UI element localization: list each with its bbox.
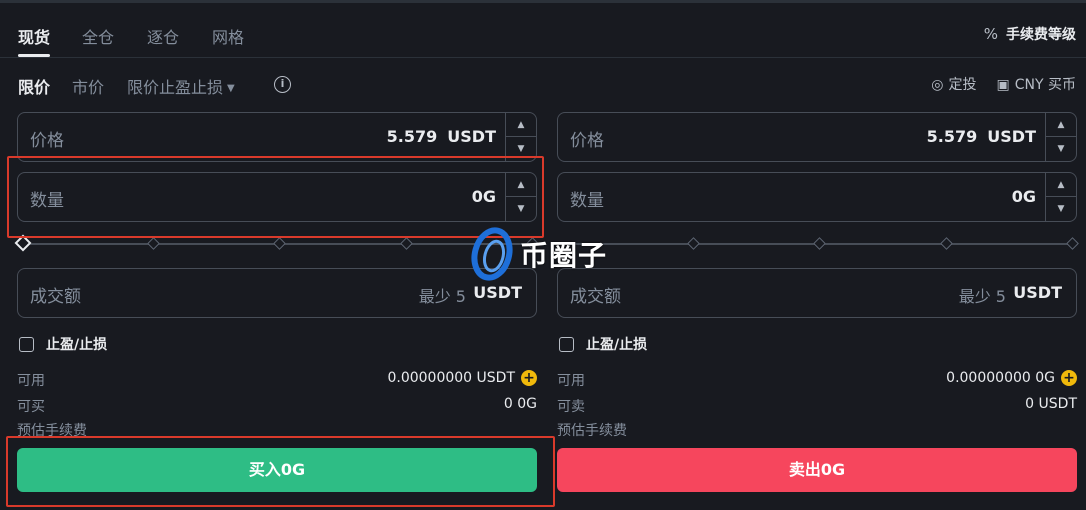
sell-available-label: 可用	[557, 373, 585, 389]
buy-price-label: 价格	[30, 131, 64, 151]
buy-available-value: 0.00000000 USDT +	[387, 370, 537, 386]
wallet-icon: ▣	[996, 77, 1010, 93]
increment-up-icon[interactable]: ▲	[506, 113, 536, 137]
sell-button[interactable]: 卖出0G	[557, 448, 1077, 492]
sell-total-label: 成交额	[570, 287, 621, 307]
decrement-down-icon[interactable]: ▼	[506, 137, 536, 161]
cny-buy-link[interactable]: ▣ CNY 买币	[997, 74, 1076, 94]
watermark-text: 币圈子	[520, 239, 608, 272]
decrement-down-icon[interactable]: ▼	[1046, 197, 1076, 221]
buy-quantity-label: 数量	[30, 191, 64, 211]
sell-quantity-input[interactable]: 数量 0G ▲ ▼	[557, 172, 1077, 222]
decrement-down-icon[interactable]: ▼	[506, 197, 536, 221]
sell-total-unit: USDT	[1013, 283, 1062, 302]
buy-total-min: 最少 5	[418, 287, 466, 306]
slider-mark-25[interactable]	[687, 237, 700, 250]
slider-mark-25[interactable]	[147, 237, 160, 250]
sell-tpsl-toggle[interactable]: 止盈/止损	[559, 334, 647, 354]
buy-quantity-input[interactable]: 数量 0G ▲ ▼	[17, 172, 537, 222]
plus-icon[interactable]: +	[521, 370, 537, 386]
decrement-down-icon[interactable]: ▼	[1046, 137, 1076, 161]
buy-tpsl-label: 止盈/止损	[46, 337, 108, 353]
sell-quantity-label: 数量	[570, 191, 604, 211]
buy-price-unit: USDT	[447, 127, 496, 146]
order-type-limit[interactable]: 限价	[18, 74, 50, 98]
caret-down-icon: ▼	[227, 83, 235, 94]
buy-total-input[interactable]: 成交额 最少 5 USDT	[17, 268, 537, 318]
sell-amount-slider[interactable]	[557, 236, 1079, 252]
active-tab-indicator	[18, 54, 50, 57]
top-divider	[0, 0, 1086, 3]
tab-spot[interactable]: 现货	[18, 24, 50, 48]
slider-mark-75[interactable]	[940, 237, 953, 250]
fee-level-label: 手续费等级	[1006, 27, 1076, 43]
sell-price-stepper: ▲ ▼	[1045, 113, 1076, 161]
buy-price-input[interactable]: 价格 5.579 USDT ▲ ▼	[17, 112, 537, 162]
tab-isolated-margin[interactable]: 逐仓	[147, 24, 179, 48]
buy-total-label: 成交额	[30, 287, 81, 307]
watermark-logo-icon	[471, 227, 513, 281]
increment-up-icon[interactable]: ▲	[506, 173, 536, 197]
slider-mark-50[interactable]	[813, 237, 826, 250]
fee-level-link[interactable]: % 手续费等级	[984, 24, 1076, 44]
buy-panel: 价格 5.579 USDT ▲ ▼ 数量 0G ▲ ▼ 成交额 最少 5 USDT…	[14, 112, 539, 502]
slider-mark-50[interactable]	[273, 237, 286, 250]
buy-price-number: 5.579	[386, 127, 438, 146]
buy-max-label: 可买	[17, 399, 45, 415]
auto-invest-link[interactable]: ◎ 定投	[931, 74, 976, 94]
percent-icon: %	[983, 25, 998, 43]
auto-invest-icon: ◎	[931, 77, 944, 93]
slider-mark-100[interactable]	[1066, 237, 1079, 250]
sell-price-value: 5.579 USDT	[927, 127, 1036, 146]
sell-price-input[interactable]: 价格 5.579 USDT ▲ ▼	[557, 112, 1077, 162]
buy-tpsl-toggle[interactable]: 止盈/止损	[19, 334, 107, 354]
cny-buy-label: CNY 买币	[1014, 77, 1076, 93]
sell-max-label: 可卖	[557, 399, 585, 415]
buy-available-amount: 0.00000000 USDT	[387, 370, 515, 386]
sell-total-min: 最少 5	[958, 287, 1006, 306]
trade-mode-tabs: 现货 全仓 逐仓 网格 % 手续费等级	[0, 14, 1086, 58]
buy-fee-label[interactable]: 预估手续费	[17, 420, 87, 440]
watermark: 币圈子	[468, 226, 607, 282]
tab-grid[interactable]: 网格	[212, 24, 244, 48]
sell-price-number: 5.579	[926, 127, 978, 146]
order-type-market[interactable]: 市价	[72, 74, 104, 98]
sell-fee-label[interactable]: 预估手续费	[557, 420, 627, 440]
sell-available-amount: 0.00000000 0G	[946, 370, 1055, 386]
buy-available-label: 可用	[17, 373, 45, 389]
buy-button[interactable]: 买入0G	[17, 448, 537, 492]
buy-amount-slider[interactable]	[14, 234, 539, 252]
sell-total-input[interactable]: 成交额 最少 5 USDT	[557, 268, 1077, 318]
plus-icon[interactable]: +	[1061, 370, 1077, 386]
slider-mark-75[interactable]	[400, 237, 413, 250]
sell-price-unit: USDT	[987, 127, 1036, 146]
buy-price-value: 5.579 USDT	[387, 127, 496, 146]
slider-handle[interactable]	[14, 234, 32, 252]
order-type-links: ◎ 定投 ▣ CNY 买币	[931, 74, 1076, 94]
order-type-stop-limit[interactable]: 限价止盈止损 ▼	[127, 74, 235, 98]
order-type-row: 限价 市价 限价止盈止损 ▼ i ◎ 定投 ▣ CNY 买币	[0, 70, 1086, 100]
buy-quantity-stepper: ▲ ▼	[505, 173, 536, 221]
buy-price-stepper: ▲ ▼	[505, 113, 536, 161]
tab-cross-margin[interactable]: 全仓	[82, 24, 114, 48]
sell-panel: 价格 5.579 USDT ▲ ▼ 数量 0G ▲ ▼ 成交额 最少 5 USDT…	[557, 112, 1079, 502]
sell-tpsl-label: 止盈/止损	[586, 337, 648, 353]
increment-up-icon[interactable]: ▲	[1046, 173, 1076, 197]
sell-available-value: 0.00000000 0G +	[946, 370, 1077, 386]
sell-quantity-value: 0G	[1011, 187, 1036, 206]
sell-price-label: 价格	[570, 131, 604, 151]
sell-quantity-stepper: ▲ ▼	[1045, 173, 1076, 221]
buy-max-value: 0 0G	[503, 396, 537, 412]
buy-total-unit: USDT	[473, 283, 522, 302]
increment-up-icon[interactable]: ▲	[1046, 113, 1076, 137]
info-icon[interactable]: i	[274, 76, 291, 93]
order-type-stop-limit-label: 限价止盈止损	[127, 78, 224, 97]
sell-max-value: 0 USDT	[1025, 396, 1077, 412]
checkbox[interactable]	[19, 336, 34, 352]
auto-invest-label: 定投	[948, 77, 977, 93]
buy-quantity-value: 0G	[471, 187, 496, 206]
checkbox[interactable]	[559, 336, 574, 352]
